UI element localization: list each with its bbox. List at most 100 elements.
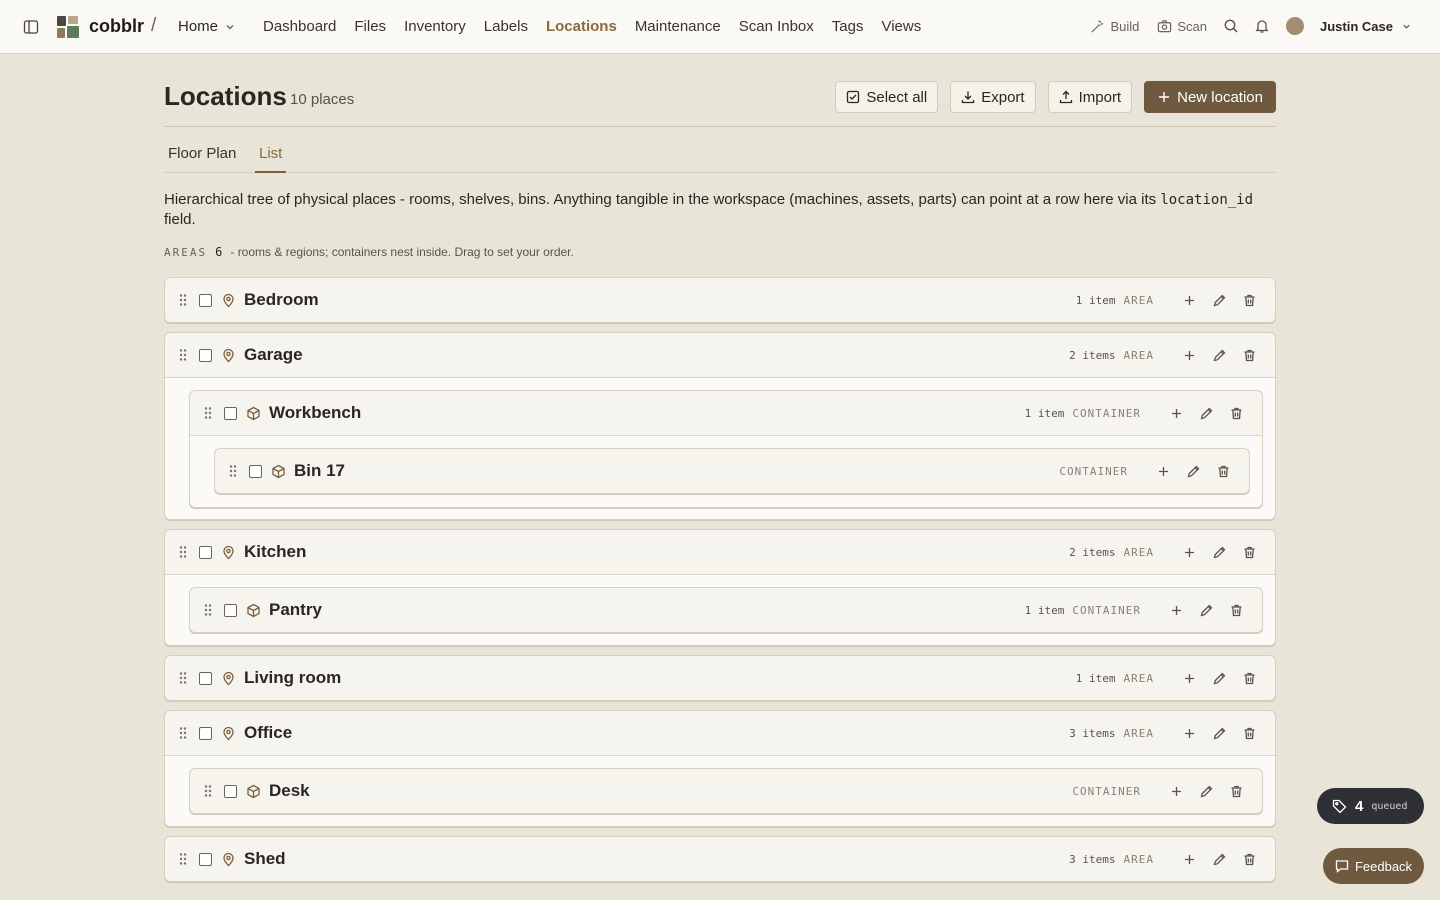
- nav-maintenance[interactable]: Maintenance: [635, 18, 721, 35]
- edit-icon[interactable]: [1186, 464, 1201, 479]
- label-queue-pill[interactable]: 4 queued: [1317, 788, 1424, 824]
- row-checkbox[interactable]: [224, 784, 237, 798]
- export-button[interactable]: Export: [950, 81, 1036, 113]
- edit-icon[interactable]: [1212, 726, 1227, 741]
- sidebar-toggle-icon[interactable]: [23, 19, 39, 35]
- trash-icon[interactable]: [1242, 852, 1257, 867]
- row-checkbox[interactable]: [199, 726, 212, 740]
- trash-icon[interactable]: [1216, 464, 1231, 479]
- tag-icon: [1332, 799, 1347, 813]
- search-icon[interactable]: [1223, 18, 1239, 34]
- drag-handle-icon[interactable]: [178, 545, 188, 559]
- nav-locations[interactable]: Locations: [546, 18, 617, 35]
- avatar[interactable]: [1286, 17, 1305, 35]
- location-row[interactable]: Garage 2 items AREA: [165, 333, 1275, 377]
- trash-icon[interactable]: [1229, 603, 1244, 618]
- map-pin-icon: [221, 545, 236, 560]
- location-name: Garage: [244, 345, 303, 364]
- add-child-icon[interactable]: [1182, 348, 1197, 363]
- drag-handle-icon[interactable]: [178, 726, 188, 740]
- edit-icon[interactable]: [1212, 545, 1227, 560]
- drag-handle-icon[interactable]: [203, 784, 213, 798]
- drag-handle-icon[interactable]: [203, 603, 213, 617]
- drag-handle-icon[interactable]: [178, 671, 188, 685]
- location-row[interactable]: Bedroom 1 item AREA: [165, 278, 1275, 322]
- row-checkbox[interactable]: [199, 545, 212, 559]
- add-child-icon[interactable]: [1169, 406, 1184, 421]
- add-child-icon[interactable]: [1156, 464, 1171, 479]
- location-row[interactable]: Pantry 1 item CONTAINER: [190, 588, 1262, 632]
- location-name: Desk: [269, 781, 310, 800]
- row-actions: CONTAINER: [1072, 769, 1244, 813]
- queued-count: 4: [1355, 797, 1364, 815]
- edit-icon[interactable]: [1212, 348, 1227, 363]
- user-menu[interactable]: Justin Case: [1320, 19, 1412, 34]
- nav-tags[interactable]: Tags: [832, 18, 864, 35]
- add-child-icon[interactable]: [1169, 603, 1184, 618]
- select-all-button[interactable]: Select all: [835, 81, 939, 113]
- nav-views[interactable]: Views: [881, 18, 921, 35]
- row-checkbox[interactable]: [199, 348, 212, 362]
- location-row[interactable]: Workbench 1 item CONTAINER: [190, 391, 1262, 435]
- nav-dashboard[interactable]: Dashboard: [263, 18, 336, 35]
- trash-icon[interactable]: [1242, 671, 1257, 686]
- edit-icon[interactable]: [1199, 784, 1214, 799]
- location-row[interactable]: Living room 1 item AREA: [165, 656, 1275, 700]
- edit-icon[interactable]: [1212, 671, 1227, 686]
- trash-icon[interactable]: [1242, 293, 1257, 308]
- drag-handle-icon[interactable]: [178, 852, 188, 866]
- location-row[interactable]: Shed 3 items AREA: [165, 837, 1275, 881]
- top-nav: cobblr / Home Dashboard Files Inventory …: [0, 0, 1440, 54]
- drag-handle-icon[interactable]: [203, 406, 213, 420]
- trash-icon[interactable]: [1242, 545, 1257, 560]
- trash-icon[interactable]: [1242, 348, 1257, 363]
- new-location-button[interactable]: New location: [1144, 81, 1276, 113]
- edit-icon[interactable]: [1212, 852, 1227, 867]
- trash-icon[interactable]: [1229, 784, 1244, 799]
- build-button[interactable]: Build: [1090, 19, 1139, 34]
- drag-handle-icon[interactable]: [178, 348, 188, 362]
- add-child-icon[interactable]: [1182, 545, 1197, 560]
- bell-icon[interactable]: [1254, 18, 1270, 34]
- nav-scan-inbox[interactable]: Scan Inbox: [739, 18, 814, 35]
- nav-inventory[interactable]: Inventory: [404, 18, 466, 35]
- edit-icon[interactable]: [1212, 293, 1227, 308]
- box-icon: [246, 603, 261, 618]
- add-child-icon[interactable]: [1182, 293, 1197, 308]
- row-checkbox[interactable]: [249, 464, 262, 478]
- location-row[interactable]: Kitchen 2 items AREA: [165, 530, 1275, 574]
- add-child-icon[interactable]: [1182, 852, 1197, 867]
- row-checkbox[interactable]: [224, 406, 237, 420]
- nav-labels[interactable]: Labels: [484, 18, 528, 35]
- import-button[interactable]: Import: [1047, 81, 1133, 113]
- add-child-icon[interactable]: [1169, 784, 1184, 799]
- location-name: Pantry: [269, 600, 322, 619]
- tab-list[interactable]: List: [255, 145, 287, 173]
- drag-handle-icon[interactable]: [228, 464, 238, 478]
- cobblr-logo-icon[interactable]: [56, 15, 80, 39]
- scan-button[interactable]: Scan: [1157, 19, 1207, 34]
- edit-icon[interactable]: [1199, 406, 1214, 421]
- workspace-select[interactable]: Home: [178, 18, 236, 35]
- map-pin-icon: [221, 671, 236, 686]
- location-row[interactable]: Bin 17 CONTAINER: [215, 449, 1249, 493]
- add-child-icon[interactable]: [1182, 671, 1197, 686]
- row-checkbox[interactable]: [224, 603, 237, 617]
- trash-icon[interactable]: [1242, 726, 1257, 741]
- drag-handle-icon[interactable]: [178, 293, 188, 307]
- row-checkbox[interactable]: [199, 293, 212, 307]
- nav-files[interactable]: Files: [354, 18, 386, 35]
- add-child-icon[interactable]: [1182, 726, 1197, 741]
- row-actions: CONTAINER: [1059, 449, 1231, 493]
- feedback-button[interactable]: Feedback: [1323, 848, 1424, 884]
- trash-icon[interactable]: [1229, 406, 1244, 421]
- brand-name[interactable]: cobblr: [89, 16, 144, 37]
- tab-floor-plan[interactable]: Floor Plan: [164, 145, 240, 173]
- edit-icon[interactable]: [1199, 603, 1214, 618]
- new-location-label: New location: [1177, 88, 1263, 106]
- row-checkbox[interactable]: [199, 852, 212, 866]
- location-row[interactable]: Office 3 items AREA: [165, 711, 1275, 755]
- view-tabs: Floor Plan List: [164, 137, 1276, 173]
- row-checkbox[interactable]: [199, 671, 212, 685]
- location-row[interactable]: Desk CONTAINER: [190, 769, 1262, 813]
